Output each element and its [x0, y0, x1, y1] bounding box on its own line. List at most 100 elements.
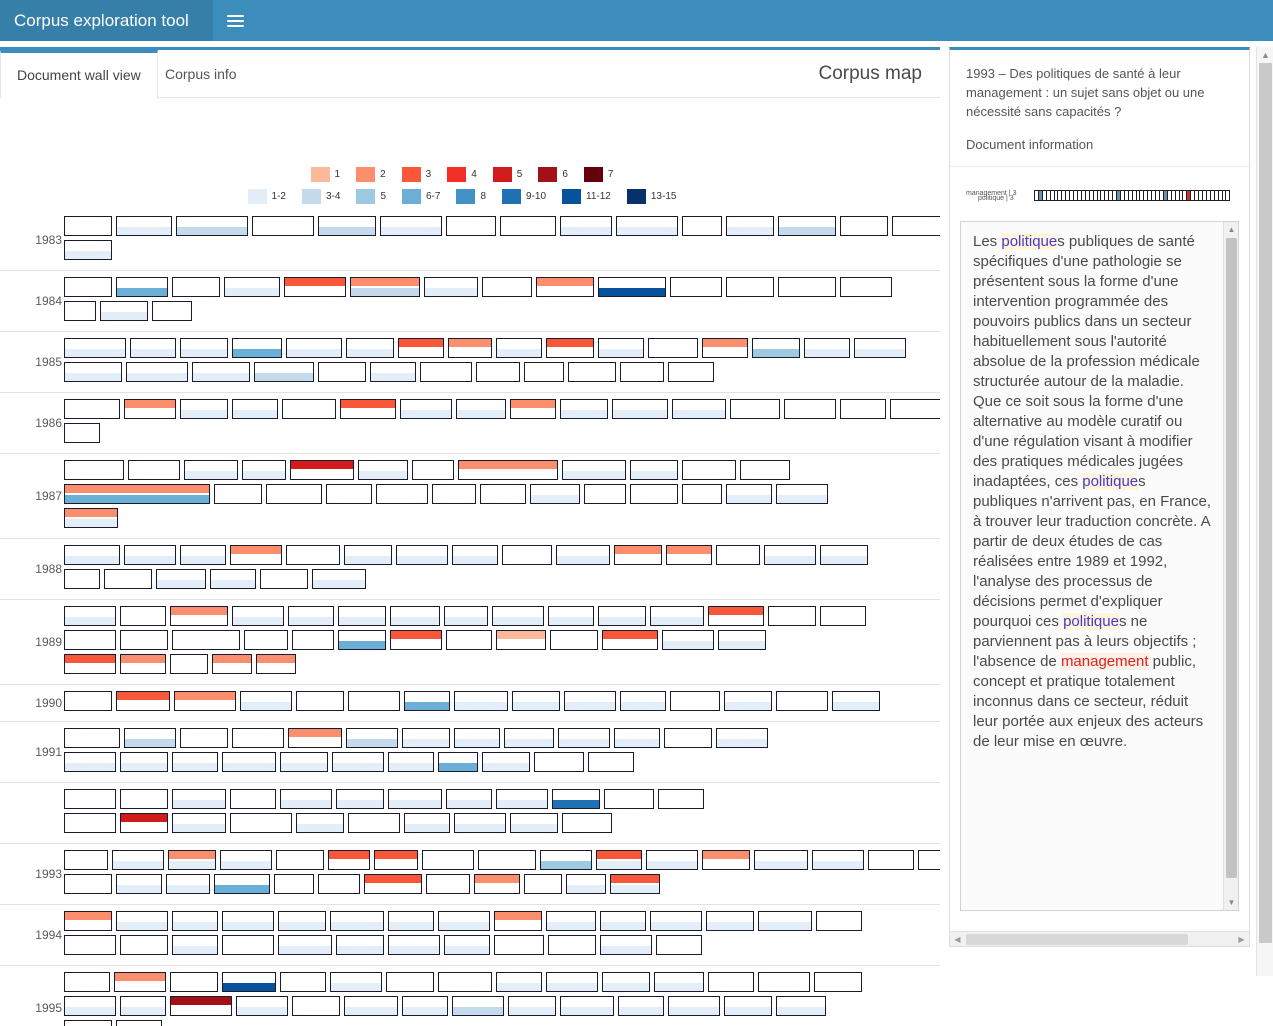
- legend-item-red-5[interactable]: 6: [538, 166, 568, 182]
- document-cell[interactable]: [492, 606, 544, 626]
- document-cell[interactable]: [388, 911, 434, 931]
- document-cell[interactable]: [504, 728, 554, 748]
- document-cell[interactable]: [618, 996, 664, 1016]
- document-cell[interactable]: [398, 338, 444, 358]
- document-cell[interactable]: [170, 606, 228, 626]
- document-cell[interactable]: [816, 911, 862, 931]
- document-cell[interactable]: [346, 728, 398, 748]
- document-cell[interactable]: [718, 630, 766, 650]
- document-cell[interactable]: [598, 338, 644, 358]
- document-cell[interactable]: [260, 569, 308, 589]
- document-cell[interactable]: [648, 338, 698, 358]
- document-cell[interactable]: [666, 545, 712, 565]
- document-cell[interactable]: [758, 972, 810, 992]
- document-cell[interactable]: [682, 216, 722, 236]
- document-cell[interactable]: [546, 972, 598, 992]
- document-cell[interactable]: [156, 569, 206, 589]
- document-cell[interactable]: [374, 850, 418, 870]
- document-cell[interactable]: [670, 691, 720, 711]
- document-cell[interactable]: [318, 874, 360, 894]
- document-cell[interactable]: [724, 691, 772, 711]
- document-cell[interactable]: [496, 338, 542, 358]
- document-cell[interactable]: [214, 874, 270, 894]
- document-cell[interactable]: [64, 216, 112, 236]
- document-cell[interactable]: [588, 752, 634, 772]
- legend-item-blue-4[interactable]: 8: [456, 188, 486, 204]
- document-cell[interactable]: [64, 423, 100, 443]
- document-cell[interactable]: [166, 874, 210, 894]
- document-cell[interactable]: [598, 606, 646, 626]
- document-cell[interactable]: [184, 460, 238, 480]
- document-cell[interactable]: [64, 935, 116, 955]
- document-cell[interactable]: [812, 850, 864, 870]
- document-cell[interactable]: [548, 935, 596, 955]
- document-cell[interactable]: [170, 996, 232, 1016]
- document-cell[interactable]: [244, 630, 288, 650]
- document-cell[interactable]: [404, 691, 450, 711]
- document-cell[interactable]: [116, 277, 168, 297]
- document-cell[interactable]: [332, 752, 384, 772]
- document-cell[interactable]: [232, 728, 284, 748]
- document-cell[interactable]: [64, 301, 96, 321]
- document-cell[interactable]: [120, 654, 166, 674]
- document-cell[interactable]: [124, 728, 176, 748]
- document-cell[interactable]: [510, 813, 558, 833]
- document-cell[interactable]: [286, 545, 340, 565]
- document-cell[interactable]: [64, 996, 116, 1016]
- document-cell[interactable]: [446, 216, 496, 236]
- document-cell[interactable]: [292, 996, 340, 1016]
- document-cell[interactable]: [116, 216, 172, 236]
- document-cell[interactable]: [548, 606, 594, 626]
- legend-item-red-2[interactable]: 3: [401, 166, 431, 182]
- document-cell[interactable]: [318, 216, 376, 236]
- document-cell[interactable]: [336, 789, 384, 809]
- document-cell[interactable]: [230, 789, 276, 809]
- scroll-right-icon[interactable]: ▶: [1234, 932, 1249, 947]
- document-cell[interactable]: [114, 972, 166, 992]
- document-cell[interactable]: [600, 911, 646, 931]
- document-wall[interactable]: 1983 1984 1985 1986 1987 1988 1989 1990 1991 1993…: [0, 210, 940, 1026]
- document-cell[interactable]: [64, 728, 120, 748]
- document-cell[interactable]: [616, 216, 678, 236]
- document-cell[interactable]: [478, 850, 536, 870]
- document-cell[interactable]: [326, 484, 372, 504]
- legend-item-red-0[interactable]: 1: [310, 166, 340, 182]
- document-cell[interactable]: [840, 399, 886, 419]
- document-cell[interactable]: [568, 362, 616, 382]
- document-cell[interactable]: [754, 850, 808, 870]
- document-cell[interactable]: [386, 972, 434, 992]
- document-cell[interactable]: [210, 569, 256, 589]
- document-cell[interactable]: [784, 399, 836, 419]
- document-cell[interactable]: [552, 789, 600, 809]
- document-cell[interactable]: [282, 399, 336, 419]
- document-cell[interactable]: [438, 911, 490, 931]
- document-cell[interactable]: [510, 399, 556, 419]
- document-cell[interactable]: [668, 362, 714, 382]
- page-scrollbar[interactable]: ▲: [1256, 47, 1273, 976]
- document-cell[interactable]: [708, 606, 764, 626]
- legend-item-blue-0[interactable]: 1-2: [247, 188, 286, 204]
- document-cell[interactable]: [654, 972, 704, 992]
- document-cell[interactable]: [664, 728, 712, 748]
- document-cell[interactable]: [444, 935, 490, 955]
- document-cell[interactable]: [726, 277, 774, 297]
- legend-item-red-6[interactable]: 7: [583, 166, 613, 182]
- document-cell[interactable]: [172, 752, 218, 772]
- document-cell[interactable]: [388, 789, 442, 809]
- document-cell[interactable]: [494, 935, 544, 955]
- document-cell[interactable]: [646, 850, 698, 870]
- document-cell[interactable]: [364, 874, 422, 894]
- document-cell[interactable]: [630, 460, 678, 480]
- document-cell[interactable]: [328, 850, 370, 870]
- tab-corpus-info[interactable]: Corpus info: [149, 50, 253, 98]
- document-cell[interactable]: [344, 996, 398, 1016]
- document-cell[interactable]: [432, 484, 476, 504]
- legend-item-blue-1[interactable]: 3-4: [301, 188, 340, 204]
- document-cell[interactable]: [220, 850, 272, 870]
- document-cell[interactable]: [778, 277, 836, 297]
- document-cell[interactable]: [64, 654, 116, 674]
- document-cell[interactable]: [596, 850, 642, 870]
- document-cell[interactable]: [702, 850, 750, 870]
- document-cell[interactable]: [458, 460, 558, 480]
- document-cell[interactable]: [452, 545, 498, 565]
